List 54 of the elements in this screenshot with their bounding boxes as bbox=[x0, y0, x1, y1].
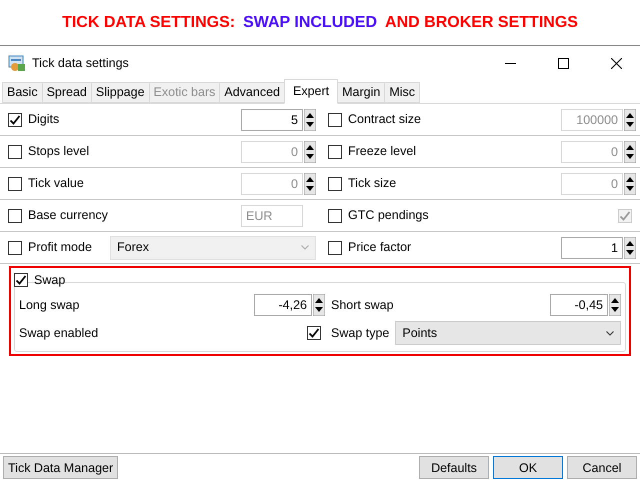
spin-arrows-icon[interactable] bbox=[624, 236, 636, 258]
tab[interactable]: Expert bbox=[284, 79, 338, 104]
field-label: Short swap bbox=[331, 296, 394, 314]
tab[interactable]: Margin bbox=[337, 82, 386, 103]
tab[interactable]: Slippage bbox=[90, 82, 150, 103]
button[interactable]: Tick Data Manager bbox=[3, 456, 118, 479]
number-field[interactable]: -0,45 bbox=[550, 294, 608, 316]
caret-icon bbox=[301, 245, 309, 250]
setting-label: Tick value bbox=[28, 175, 84, 192]
checkbox[interactable] bbox=[307, 326, 321, 340]
banner-title: SWAP INCLUDED bbox=[243, 12, 378, 32]
button[interactable]: OK bbox=[493, 456, 563, 479]
banner-title: TICK DATA SETTINGS: bbox=[62, 12, 236, 32]
setting-label: Digits bbox=[28, 111, 60, 128]
setting-label: Base currency bbox=[28, 207, 108, 224]
spin-arrows-icon[interactable] bbox=[624, 140, 636, 162]
setting-label: Freeze level bbox=[348, 143, 416, 160]
banner-title: AND BROKER SETTINGS bbox=[385, 12, 578, 32]
setting-label: GTC pendings bbox=[348, 207, 429, 224]
tab[interactable]: Basic bbox=[2, 82, 43, 103]
spin-arrows-icon[interactable] bbox=[624, 108, 636, 130]
number-field[interactable]: 5 bbox=[241, 108, 303, 130]
minimize-icon[interactable] bbox=[505, 62, 516, 64]
maximize-icon[interactable] bbox=[558, 58, 569, 68]
field-label: Swap type bbox=[331, 324, 390, 342]
spin-arrows-icon[interactable] bbox=[624, 172, 636, 194]
dropdown[interactable]: Points bbox=[395, 321, 621, 345]
setting-label: Tick size bbox=[348, 175, 396, 192]
setting-label: Stops level bbox=[28, 143, 90, 160]
spin-arrows-icon[interactable] bbox=[304, 140, 316, 162]
checkbox[interactable] bbox=[8, 112, 22, 126]
checkbox[interactable] bbox=[14, 273, 28, 287]
button[interactable]: Defaults bbox=[419, 456, 489, 479]
spin-arrows-icon[interactable] bbox=[609, 294, 621, 316]
spin-arrows-icon[interactable] bbox=[304, 108, 316, 130]
setting-label: Price factor bbox=[348, 239, 412, 256]
field-label: Swap enabled bbox=[19, 324, 98, 342]
setting-label: Profit mode bbox=[28, 239, 92, 256]
caret-icon bbox=[606, 330, 614, 336]
button[interactable]: Cancel bbox=[567, 456, 637, 479]
window-title: Tick data settings bbox=[32, 54, 129, 72]
spin-arrows-icon[interactable] bbox=[313, 294, 325, 316]
spin-arrows-icon[interactable] bbox=[304, 172, 316, 194]
number-field[interactable]: 1 bbox=[561, 236, 623, 258]
checkbox[interactable] bbox=[328, 240, 342, 254]
field-label: Long swap bbox=[19, 296, 80, 314]
tab[interactable]: Advanced bbox=[219, 82, 285, 103]
tab[interactable]: Misc bbox=[384, 82, 420, 103]
number-field[interactable]: -4,26 bbox=[254, 294, 312, 316]
tab[interactable]: Spread bbox=[42, 82, 92, 103]
setting-label: Contract size bbox=[348, 111, 421, 128]
group-title: Swap bbox=[34, 272, 66, 289]
close-icon[interactable] bbox=[611, 58, 622, 68]
app-icon bbox=[8, 54, 26, 72]
